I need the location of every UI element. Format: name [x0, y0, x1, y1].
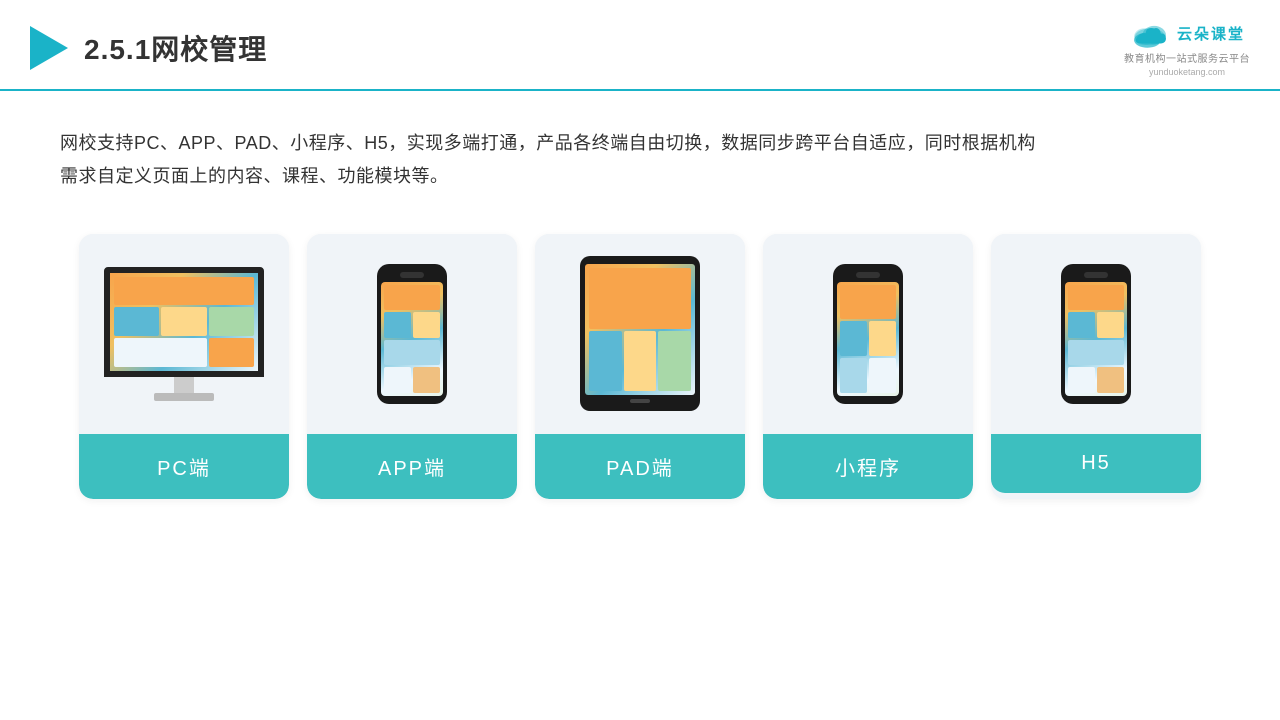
play-icon	[30, 26, 68, 70]
card-mini: 小程序	[763, 234, 973, 499]
description-line2: 需求自定义页面上的内容、课程、功能模块等。	[60, 160, 1220, 193]
logo-sub: 教育机构一站式服务云平台	[1124, 50, 1250, 65]
card-h5-label: H5	[991, 434, 1201, 493]
header-left: 2.5.1网校管理	[30, 26, 267, 70]
monitor-base	[154, 393, 214, 401]
phone-notch-h5	[1084, 272, 1108, 278]
logo-url: yunduoketang.com	[1149, 67, 1225, 77]
cloud-icon	[1129, 18, 1171, 48]
card-app-image	[307, 234, 517, 434]
description-line1: 网校支持PC、APP、PAD、小程序、H5，实现多端打通，产品各终端自由切换，数…	[60, 127, 1220, 160]
phone-screen-inner-h5	[1065, 282, 1127, 396]
logo-cloud: 云朵课堂	[1129, 18, 1245, 48]
phone-notch-app	[400, 272, 424, 278]
card-mini-image	[763, 234, 973, 434]
card-pad-label: PAD端	[535, 434, 745, 499]
phone-mini	[833, 264, 903, 404]
monitor-screen-content	[110, 273, 258, 371]
phone-app	[377, 264, 447, 404]
card-h5: H5	[991, 234, 1201, 499]
card-app: APP端	[307, 234, 517, 499]
cards-container: PC端 APP端	[0, 214, 1280, 529]
phone-screen-mini	[837, 282, 899, 396]
monitor-screen	[104, 267, 264, 377]
page-title: 2.5.1网校管理	[84, 28, 267, 68]
monitor-stand	[174, 377, 194, 393]
tablet-screen	[585, 264, 695, 395]
tablet-screen-inner	[585, 264, 695, 395]
description-area: 网校支持PC、APP、PAD、小程序、H5，实现多端打通，产品各终端自由切换，数…	[0, 91, 1280, 214]
logo-area: 云朵课堂 教育机构一站式服务云平台 yunduoketang.com	[1124, 18, 1250, 77]
page-header: 2.5.1网校管理 云朵课堂 教育机构一站式服务云平台 yunduoketang…	[0, 0, 1280, 91]
card-pc: PC端	[79, 234, 289, 499]
phone-screen-inner-mini	[837, 282, 899, 396]
card-h5-image	[991, 234, 1201, 434]
phone-screen-h5	[1065, 282, 1127, 396]
tablet-button	[630, 399, 650, 403]
card-pc-label: PC端	[79, 434, 289, 499]
phone-screen-app	[381, 282, 443, 396]
tablet-pad	[580, 256, 700, 411]
card-pad: PAD端	[535, 234, 745, 499]
pc-monitor	[104, 267, 264, 401]
phone-h5	[1061, 264, 1131, 404]
card-pad-image	[535, 234, 745, 434]
card-app-label: APP端	[307, 434, 517, 499]
card-mini-label: 小程序	[763, 434, 973, 499]
card-pc-image	[79, 234, 289, 434]
logo-text: 云朵课堂	[1177, 23, 1245, 44]
phone-notch-mini	[856, 272, 880, 278]
phone-screen-inner-app	[381, 282, 443, 396]
